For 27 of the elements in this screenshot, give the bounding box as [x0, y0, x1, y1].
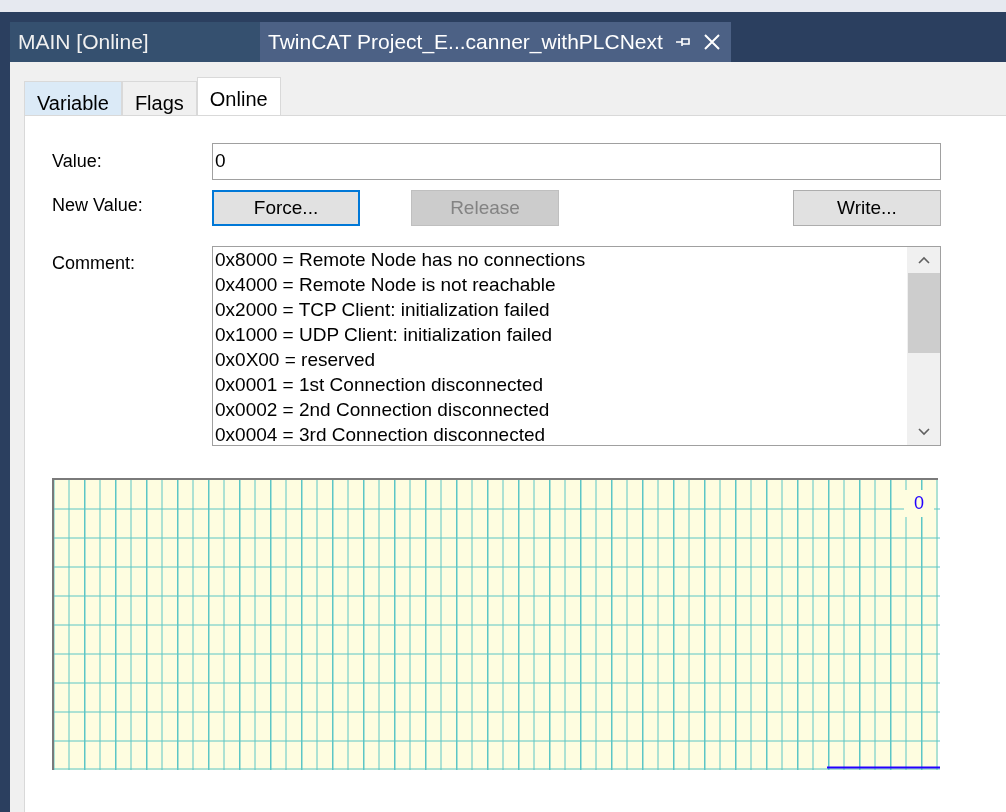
scroll-up-icon[interactable]: [916, 255, 931, 265]
tab[interactable]: Flags: [121, 81, 197, 115]
comment-line: 0x2000 = TCP Client: initialization failed: [215, 298, 551, 322]
action-button[interactable]: Write...: [793, 190, 941, 226]
new-value-label: New Value:: [52, 194, 144, 217]
document-tab[interactable]: MAIN [Online]: [10, 22, 260, 62]
comment-line: 0x0004 = 3rd Connection disconnected: [215, 423, 547, 445]
comment-box[interactable]: [212, 246, 941, 446]
comment-line: 0x1000 = UDP Client: initialization failed: [215, 323, 554, 347]
pin-icon[interactable]: [674, 35, 691, 49]
comment-line: 0x0002 = 2nd Connection disconnected: [215, 398, 551, 422]
comment-line: 0x8000 = Remote Node has no connections: [215, 248, 587, 272]
action-button[interactable]: Force...: [212, 190, 360, 226]
document-tab[interactable]: TwinCAT Project_E...canner_withPLCNext: [260, 22, 731, 62]
scrollbar[interactable]: [907, 247, 940, 445]
value-field[interactable]: 0: [212, 142, 941, 180]
tab[interactable]: Online: [196, 77, 281, 115]
tab[interactable]: Variable: [24, 81, 122, 115]
scrollbar-thumb[interactable]: [907, 273, 940, 353]
trend-value-label: 0: [904, 490, 934, 517]
comment-label: Comment:: [52, 252, 137, 275]
comment-line: 0x0X00 = reserved: [215, 348, 376, 372]
value-label: Value:: [52, 149, 103, 173]
close-icon[interactable]: [702, 33, 721, 51]
scroll-down-icon[interactable]: [916, 427, 931, 437]
comment-line: 0x0001 = 1st Connection disconnected: [215, 373, 544, 397]
comment-line: 0x4000 = Remote Node is not reachable: [215, 273, 557, 297]
